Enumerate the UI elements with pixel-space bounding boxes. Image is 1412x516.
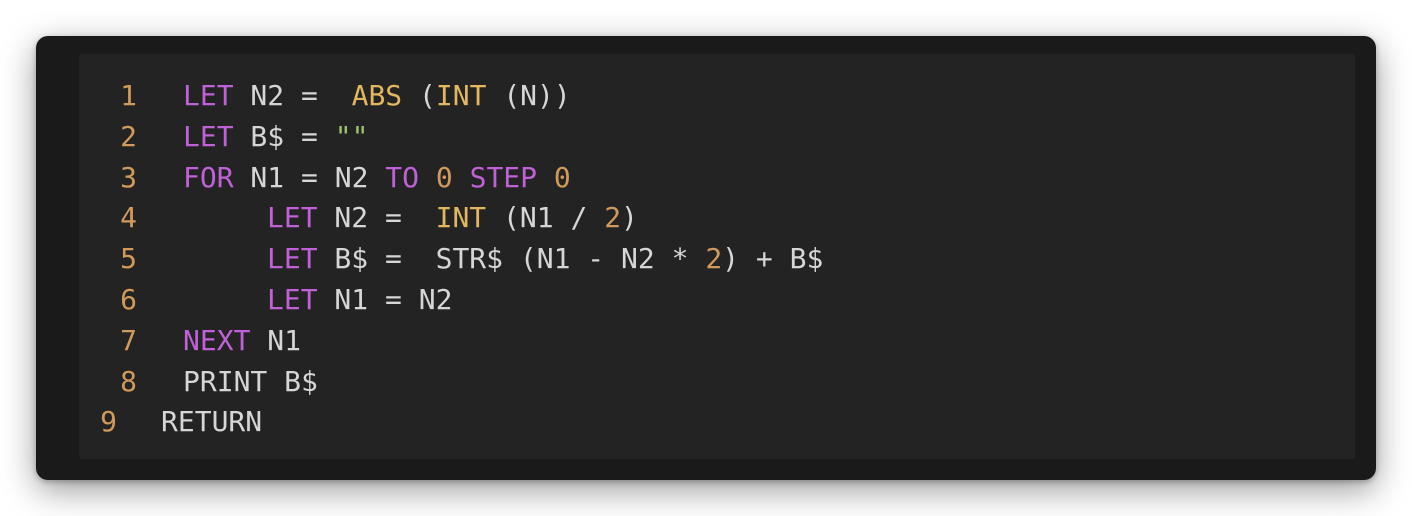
code-token: N1	[250, 323, 302, 357]
code-text: LET N2 = ABS (INT (N))	[183, 75, 571, 116]
line-number: 7	[120, 323, 137, 357]
code-token: TO	[385, 160, 420, 194]
line-number: 3	[120, 160, 137, 194]
code-token: ABS	[351, 79, 403, 112]
code-token: LET	[267, 283, 318, 316]
code-token: (N))	[486, 79, 571, 112]
line-number: 4	[120, 201, 137, 235]
code-text: LET N1 = N2	[267, 279, 452, 320]
code-token: LET	[183, 119, 234, 153]
line-number: 9	[100, 405, 117, 439]
code-text: NEXT N1	[183, 320, 301, 361]
code-token: 0	[553, 160, 571, 194]
code-token: LET	[183, 79, 234, 112]
code-token: (N1 /	[486, 201, 605, 235]
line-number: 6	[120, 283, 137, 316]
code-token: INT	[435, 79, 487, 112]
code-token: PRINT B$	[183, 364, 318, 398]
code-token: B$ = STR$ (N1 - N2 *	[317, 242, 706, 276]
code-text: LET B$ = STR$ (N1 - N2 * 2) + B$	[267, 238, 823, 279]
code-token: ) + B$	[722, 242, 824, 276]
code-text: PRINT B$	[183, 361, 318, 402]
code-token: N2 =	[233, 79, 352, 112]
code-text: RETURN	[161, 401, 262, 442]
code-token: B$ =	[233, 119, 335, 153]
code-token: (	[402, 79, 436, 112]
line-number: 5	[120, 242, 137, 276]
code-token: FOR	[183, 160, 234, 194]
code-token: 2	[604, 201, 622, 235]
code-token: N2 =	[317, 201, 436, 235]
code-editor[interactable]: 1 LET N2 = ABS (INT (N)) 2 LET B$ = "" 3 FOR …	[79, 54, 1355, 459]
code-token: NEXT	[183, 323, 251, 357]
code-token: N1 = N2	[317, 283, 453, 316]
code-token: )	[621, 201, 638, 235]
code-token: INT	[435, 201, 487, 235]
code-text: FOR N1 = N2 TO 0 STEP 0	[183, 157, 571, 198]
code-text: LET B$ = ""	[183, 116, 368, 157]
code-token: STEP	[469, 160, 538, 194]
line-number: 2	[120, 119, 137, 153]
code-token: 0	[435, 160, 453, 194]
code-token: ""	[334, 119, 369, 153]
line-number: 1	[120, 79, 137, 112]
code-token: LET	[267, 242, 318, 276]
line-number: 8	[120, 364, 137, 398]
code-token: RETURN	[161, 405, 263, 439]
code-token: 2	[705, 242, 723, 276]
code-token: LET	[267, 201, 318, 235]
code-token: N1 = N2	[233, 160, 386, 194]
code-text: LET N2 = INT (N1 / 2)	[267, 197, 638, 238]
code-window: 1 LET N2 = ABS (INT (N)) 2 LET B$ = "" 3 FOR …	[36, 36, 1376, 480]
